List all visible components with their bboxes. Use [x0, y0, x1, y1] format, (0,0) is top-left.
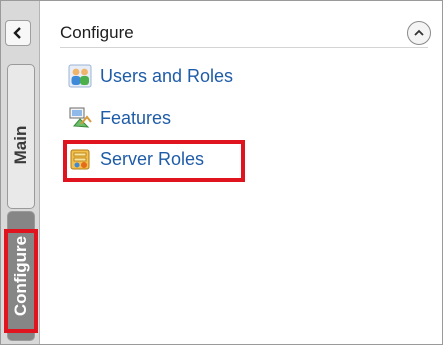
configure-tab-highlight-box: [4, 229, 38, 333]
tab-main[interactable]: Main: [7, 64, 35, 209]
users-roles-icon: [68, 64, 92, 88]
server-roles-highlight-box: [63, 140, 245, 182]
item-users-and-roles-label: Users and Roles: [100, 65, 234, 86]
configure-panel-window: Main Configure Configure Users and Roles: [0, 0, 443, 345]
tab-main-label: Main: [11, 125, 30, 165]
item-features-label: Features: [100, 107, 172, 128]
item-users-and-roles[interactable]: Users and Roles: [68, 62, 233, 90]
header-divider: [60, 47, 428, 48]
collapse-sidebar-button[interactable]: [5, 20, 31, 46]
item-features[interactable]: Features: [68, 104, 171, 132]
features-icon: [69, 107, 92, 128]
panel-title: Configure: [60, 23, 134, 42]
chevron-left-icon: [13, 27, 21, 39]
chevron-up-icon: [414, 29, 424, 36]
collapse-panel-button[interactable]: [407, 21, 431, 45]
panel-header: Configure: [40, 15, 442, 51]
